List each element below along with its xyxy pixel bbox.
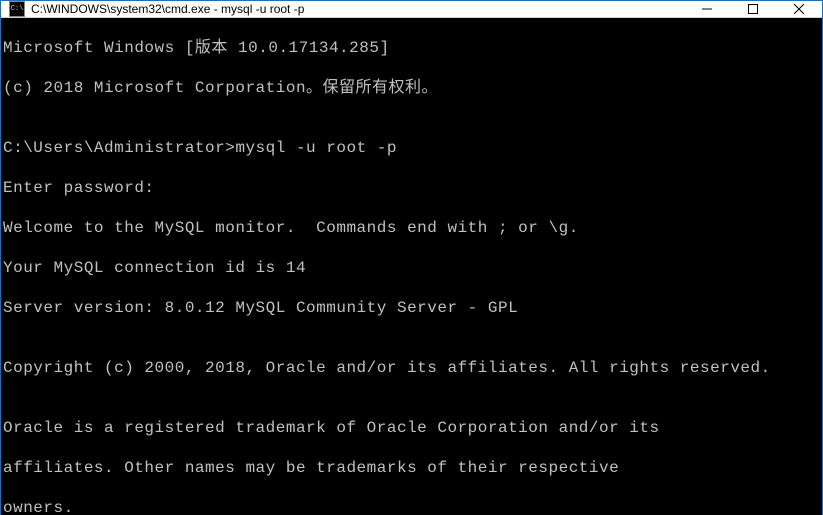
console-line: Enter password: <box>3 178 820 198</box>
console-line: owners. <box>3 498 820 515</box>
minimize-button[interactable] <box>684 1 730 17</box>
console-line: (c) 2018 Microsoft Corporation。保留所有权利。 <box>3 78 820 98</box>
cmd-icon: C:\ <box>9 1 25 17</box>
window-title: C:\WINDOWS\system32\cmd.exe - mysql -u r… <box>31 2 684 16</box>
command-text: mysql -u root -p <box>235 139 397 157</box>
console-area[interactable]: Microsoft Windows [版本 10.0.17134.285] (c… <box>1 18 822 515</box>
prompt: C:\Users\Administrator> <box>3 139 235 157</box>
close-button[interactable] <box>776 1 822 17</box>
window-controls <box>684 1 822 17</box>
titlebar[interactable]: C:\ C:\WINDOWS\system32\cmd.exe - mysql … <box>1 1 822 18</box>
console-line: Microsoft Windows [版本 10.0.17134.285] <box>3 38 820 58</box>
console-line: Copyright (c) 2000, 2018, Oracle and/or … <box>3 358 820 378</box>
console-line: C:\Users\Administrator>mysql -u root -p <box>3 138 820 158</box>
console-line: Your MySQL connection id is 14 <box>3 258 820 278</box>
console-line: Oracle is a registered trademark of Orac… <box>3 418 820 438</box>
console-line: Server version: 8.0.12 MySQL Community S… <box>3 298 820 318</box>
console-line: Welcome to the MySQL monitor. Commands e… <box>3 218 820 238</box>
cmd-window: C:\ C:\WINDOWS\system32\cmd.exe - mysql … <box>0 0 823 515</box>
maximize-button[interactable] <box>730 1 776 17</box>
console-line: affiliates. Other names may be trademark… <box>3 458 820 478</box>
